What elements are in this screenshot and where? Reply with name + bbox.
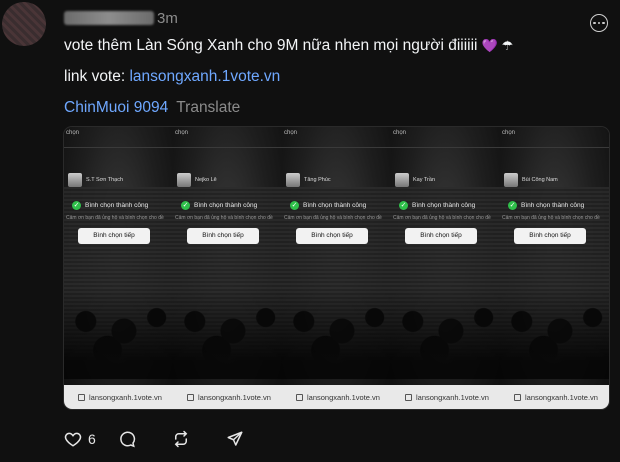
candidate-name: Bùi Công Nam bbox=[522, 177, 558, 183]
url-text: lansongxanh.1vote.vn bbox=[416, 392, 489, 402]
success-text: Bình chọn thành công bbox=[521, 202, 585, 209]
url-bar: lansongxanh.1vote.vn bbox=[282, 385, 391, 409]
candidate-photo bbox=[68, 173, 82, 187]
thanks-text: Cảm ơn bạn đã ủng hộ và bình chọn cho đề bbox=[284, 215, 382, 221]
thanks-text: Cảm ơn bạn đã ủng hộ và bình chọn cho đề bbox=[66, 215, 164, 221]
lock-icon bbox=[187, 393, 194, 401]
panel-top-text: chọn bbox=[284, 130, 298, 136]
check-icon: ✓ bbox=[72, 201, 81, 210]
panel-top-text: chọn bbox=[66, 130, 80, 136]
candidate-name: Tăng Phúc bbox=[304, 177, 331, 183]
success-text: Bình chọn thành công bbox=[85, 202, 149, 209]
url-bar: lansongxanh.1vote.vn bbox=[64, 385, 173, 409]
more-options-icon[interactable] bbox=[590, 14, 608, 32]
success-text: Bình chọn thành công bbox=[194, 202, 258, 209]
candidate-name: Kay Trần bbox=[413, 177, 436, 183]
lock-icon bbox=[514, 393, 521, 401]
candidate-photo bbox=[395, 173, 409, 187]
vote-again-button: Bình chọn tiếp bbox=[514, 228, 586, 244]
check-icon: ✓ bbox=[399, 201, 408, 210]
repost-icon[interactable] bbox=[172, 430, 190, 448]
mention-link[interactable]: ChinMuoi 9094 bbox=[64, 99, 168, 116]
vote-link-line: link vote: lansongxanh.1vote.vn bbox=[64, 68, 280, 86]
translate-button[interactable]: Translate bbox=[176, 99, 240, 116]
screenshot-panel: chọn Kay Trần ✓ Bình chọn thành công Cảm … bbox=[391, 127, 500, 409]
post-actions: 6 bbox=[64, 430, 280, 448]
post-time: 3m bbox=[157, 10, 178, 27]
url-text: lansongxanh.1vote.vn bbox=[198, 392, 271, 402]
screenshot-panel: chọn S.T Sơn Thạch ✓ Bình chọn thành công… bbox=[64, 127, 173, 409]
vote-again-button: Bình chọn tiếp bbox=[187, 228, 259, 244]
share-icon[interactable] bbox=[226, 430, 244, 448]
lock-icon bbox=[296, 393, 303, 401]
url-bar: lansongxanh.1vote.vn bbox=[500, 385, 609, 409]
url-text: lansongxanh.1vote.vn bbox=[525, 392, 598, 402]
thanks-text: Cảm ơn bạn đã ủng hộ và bình chọn cho đề bbox=[393, 215, 491, 221]
thanks-text: Cảm ơn bạn đã ủng hộ và bình chọn cho đề bbox=[175, 215, 273, 221]
check-icon: ✓ bbox=[508, 201, 517, 210]
author-username-redacted[interactable] bbox=[64, 11, 154, 25]
vote-again-button: Bình chọn tiếp bbox=[405, 228, 477, 244]
screenshot-panel: chọn Bùi Công Nam ✓ Bình chọn thành công … bbox=[500, 127, 609, 409]
candidate-photo bbox=[286, 173, 300, 187]
author-avatar[interactable] bbox=[2, 2, 46, 46]
thanks-text: Cảm ơn bạn đã ủng hộ và bình chọn cho đề bbox=[502, 215, 600, 221]
mention-line: ChinMuoi 9094 Translate bbox=[64, 99, 240, 117]
panel-top-text: chọn bbox=[502, 130, 516, 136]
panel-top-text: chọn bbox=[175, 130, 189, 136]
screenshot-panel: chọn Tăng Phúc ✓ Bình chọn thành công Cảm… bbox=[282, 127, 391, 409]
candidate-name: Nejko Lê bbox=[195, 177, 217, 183]
candidate-photo bbox=[504, 173, 518, 187]
url-text: lansongxanh.1vote.vn bbox=[307, 392, 380, 402]
link-label: link vote: bbox=[64, 68, 126, 85]
post-body: vote thêm Làn Sóng Xanh cho 9M nữa nhen … bbox=[64, 37, 513, 55]
panel-top-text: chọn bbox=[393, 130, 407, 136]
heart-icon[interactable] bbox=[64, 430, 82, 448]
url-bar: lansongxanh.1vote.vn bbox=[391, 385, 500, 409]
vote-again-button: Bình chọn tiếp bbox=[78, 228, 150, 244]
vote-again-button: Bình chọn tiếp bbox=[296, 228, 368, 244]
candidate-name: S.T Sơn Thạch bbox=[86, 177, 124, 183]
post-emoji: 💜 ☂ bbox=[481, 38, 514, 53]
success-text: Bình chọn thành công bbox=[412, 202, 476, 209]
lock-icon bbox=[78, 393, 85, 401]
screenshot-panel: chọn Nejko Lê ✓ Bình chọn thành công Cảm … bbox=[173, 127, 282, 409]
vote-link[interactable]: lansongxanh.1vote.vn bbox=[129, 68, 280, 85]
lock-icon bbox=[405, 393, 412, 401]
check-icon: ✓ bbox=[290, 201, 299, 210]
like-count: 6 bbox=[88, 431, 96, 447]
comment-icon[interactable] bbox=[118, 430, 136, 448]
success-text: Bình chọn thành công bbox=[303, 202, 367, 209]
post-media-image[interactable]: chọn S.T Sơn Thạch ✓ Bình chọn thành công… bbox=[63, 126, 610, 410]
candidate-photo bbox=[177, 173, 191, 187]
check-icon: ✓ bbox=[181, 201, 190, 210]
url-bar: lansongxanh.1vote.vn bbox=[173, 385, 282, 409]
post-text: vote thêm Làn Sóng Xanh cho 9M nữa nhen … bbox=[64, 37, 478, 54]
url-text: lansongxanh.1vote.vn bbox=[89, 392, 162, 402]
